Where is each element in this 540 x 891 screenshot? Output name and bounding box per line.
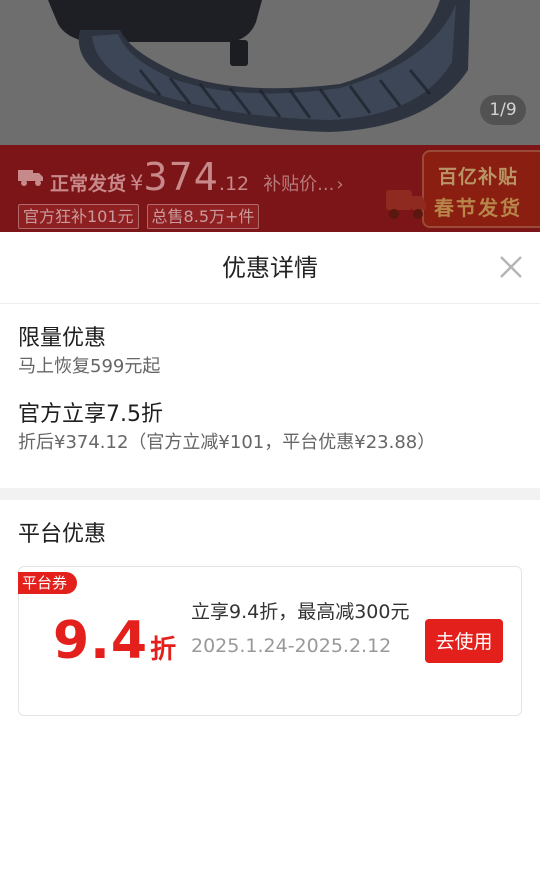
nylon-watch-band-image xyxy=(0,0,540,145)
image-counter: 1/9 xyxy=(480,95,526,125)
discount-title: 限量优惠 xyxy=(18,326,107,351)
promo-line-2: 春节发货 xyxy=(434,196,522,220)
truck-icon xyxy=(18,170,43,186)
use-coupon-button[interactable]: 去使用 xyxy=(425,619,503,663)
delivery-truck-icon xyxy=(386,190,426,219)
price-banner: 正常发货 ¥ 374 .12 补贴价... › 官方狂补101元 总售8.5万+… xyxy=(0,145,540,232)
discount-details-sheet: 优惠详情 限量优惠 马上恢复599元起 官方立享7.5折 折后¥374.12（官… xyxy=(0,232,540,891)
currency-symbol: ¥ xyxy=(130,171,144,195)
platform-coupon-card: 平台券 9.4折 立享9.4折，最高减300元 2025.1.24-2025.2… xyxy=(18,566,522,716)
section-divider xyxy=(0,488,540,500)
coupon-validity-dates: 2025.1.24-2025.2.12 xyxy=(191,635,392,657)
discount-list: 限量优惠 马上恢复599元起 官方立享7.5折 折后¥374.12（官方立减¥1… xyxy=(0,304,540,488)
sheet-title: 优惠详情 xyxy=(222,254,318,282)
coupon-type-badge: 平台券 xyxy=(18,572,78,594)
coupon-discount-rate: 9.4折 xyxy=(53,611,176,671)
promo-badge: 百亿补贴 春节发货 xyxy=(386,150,540,228)
product-image-area: 1/9 xyxy=(0,0,540,145)
list-item: 官方立享7.5折 折后¥374.12（官方立减¥101，平台优惠¥23.88） xyxy=(18,400,522,456)
price-row: 正常发货 ¥ 374 .12 补贴价... › xyxy=(18,155,344,199)
coupon-info: 立享9.4折，最高减300元 2025.1.24-2025.2.12 xyxy=(191,597,411,657)
page: 1/9 正常发货 ¥ 374 .12 补贴价... › 官方狂补101元 总售8… xyxy=(0,0,540,891)
subsidy-tag: 官方狂补101元 xyxy=(18,204,139,229)
coupon-rate-unit: 折 xyxy=(150,635,177,665)
discount-description: 折后¥374.12（官方立减¥101，平台优惠¥23.88） xyxy=(18,432,436,453)
close-icon[interactable] xyxy=(496,252,526,282)
sheet-header: 优惠详情 xyxy=(0,232,540,304)
list-item: 限量优惠 马上恢复599元起 xyxy=(18,324,522,380)
price-tags: 官方狂补101元 总售8.5万+件 xyxy=(18,204,260,229)
subsidy-price-link[interactable]: 补贴价... xyxy=(263,170,334,196)
price-decimal: .12 xyxy=(218,173,250,195)
coupon-description: 立享9.4折，最高减300元 xyxy=(191,601,410,623)
sales-count-tag: 总售8.5万+件 xyxy=(146,204,260,229)
discount-title: 官方立享7.5折 xyxy=(18,402,163,427)
platform-section-title: 平台优惠 xyxy=(18,522,107,547)
coupon-rate-number: 9.4 xyxy=(53,611,149,671)
discount-description: 马上恢复599元起 xyxy=(18,356,161,377)
chevron-right-icon: › xyxy=(336,174,344,195)
ship-status-label: 正常发货 xyxy=(50,173,127,195)
promo-line-1: 百亿补贴 xyxy=(438,166,519,188)
price-integer: 374 xyxy=(143,155,219,199)
